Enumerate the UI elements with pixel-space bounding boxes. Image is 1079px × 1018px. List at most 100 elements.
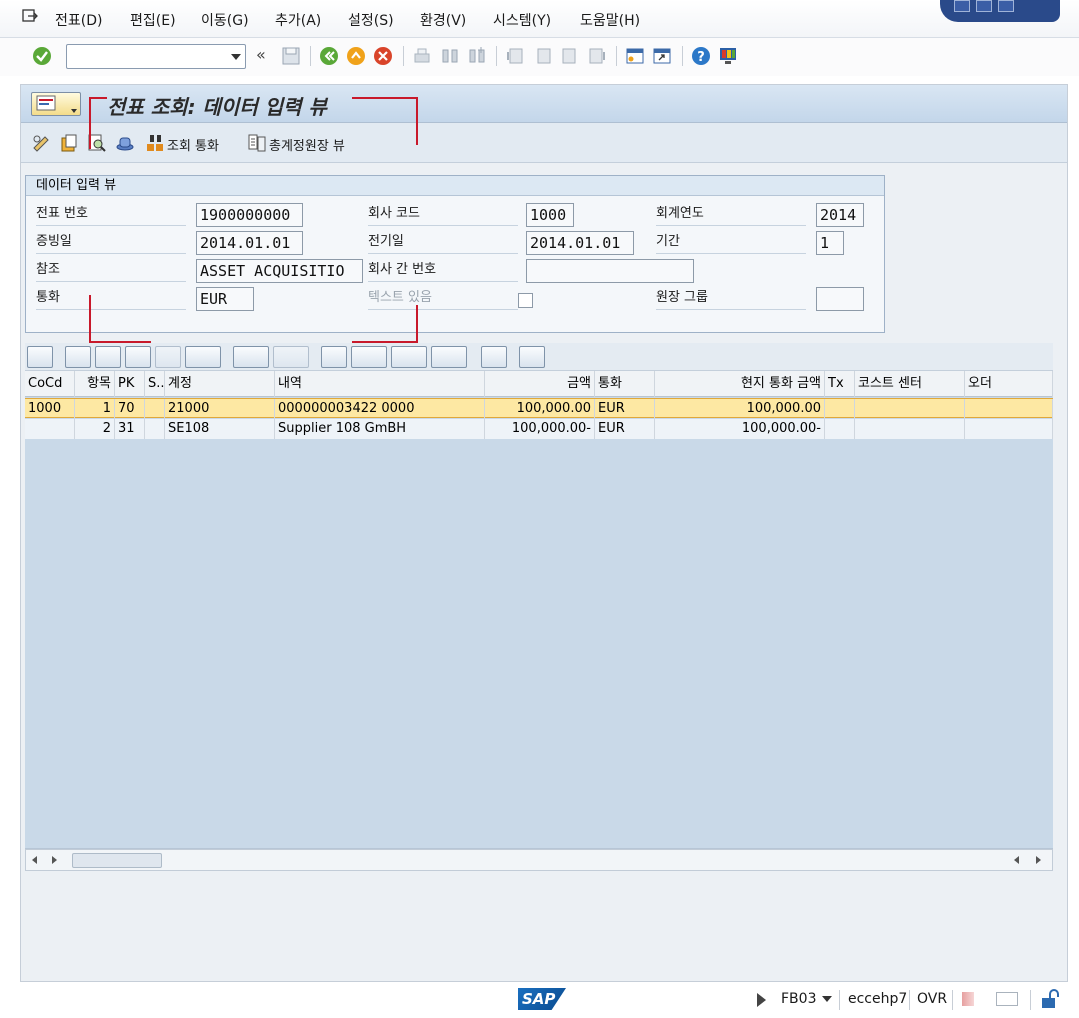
- table-row[interactable]: 1000 1 70 21000 000000003422 0000 100,00…: [25, 398, 1053, 419]
- shortcut-icon[interactable]: [652, 46, 672, 66]
- cell-s: [145, 419, 165, 439]
- menu-environment[interactable]: 환경(V): [420, 10, 466, 30]
- help-icon[interactable]: ?: [691, 46, 711, 66]
- general-ledger-icon[interactable]: [247, 133, 267, 153]
- insert-mode[interactable]: OVR: [917, 991, 947, 1007]
- close-icon[interactable]: [998, 0, 1014, 12]
- scroll-right-icon[interactable]: [52, 856, 57, 864]
- col-header-s[interactable]: S...: [145, 371, 165, 397]
- menu-goto[interactable]: 이동(G): [201, 10, 249, 30]
- graphic-icon[interactable]: [481, 346, 507, 368]
- security-lock-icon[interactable]: [1040, 989, 1060, 1009]
- cell-cocd: 1000: [25, 399, 75, 419]
- prev-page-icon[interactable]: [533, 46, 553, 66]
- back-icon[interactable]: [319, 46, 339, 66]
- period-field[interactable]: 1: [816, 231, 844, 255]
- toolbar-separator: [682, 46, 683, 66]
- enter-check-icon[interactable]: [32, 46, 52, 66]
- general-ledger-view-button[interactable]: 총계정원장 뷰: [269, 135, 345, 154]
- menu-help[interactable]: 도움말(H): [580, 10, 640, 30]
- next-page-icon[interactable]: [560, 46, 580, 66]
- col-header-tax[interactable]: Tx: [825, 371, 855, 397]
- sum-icon[interactable]: [233, 346, 269, 368]
- filter-icon[interactable]: [185, 346, 221, 368]
- scroll-left-icon[interactable]: [1014, 856, 1019, 864]
- maximize-icon[interactable]: [976, 0, 992, 12]
- collapse-chevron-icon[interactable]: «: [256, 45, 266, 64]
- cell-order: [965, 419, 1053, 439]
- company-code-field[interactable]: 1000: [526, 203, 574, 227]
- cancel-icon[interactable]: [373, 46, 393, 66]
- last-page-icon[interactable]: [587, 46, 607, 66]
- col-header-account[interactable]: 계정: [165, 371, 275, 397]
- horizontal-scrollbar[interactable]: [25, 849, 1053, 871]
- svg-text:?: ?: [697, 50, 705, 65]
- new-session-icon[interactable]: [625, 46, 645, 66]
- table-row[interactable]: 2 31 SE108 Supplier 108 GmBH 100,000.00-…: [25, 419, 1053, 439]
- cell-cost-center: [855, 399, 965, 419]
- sort-descending-icon[interactable]: [95, 346, 121, 368]
- currency-field[interactable]: EUR: [196, 287, 254, 311]
- find-next-icon[interactable]: [467, 46, 487, 66]
- exit-session-icon[interactable]: [22, 9, 38, 23]
- sort-ascending-icon[interactable]: [65, 346, 91, 368]
- screen-menu-button[interactable]: [31, 92, 81, 116]
- intercompany-field[interactable]: [526, 259, 694, 283]
- doc-date-field[interactable]: 2014.01.01: [196, 231, 303, 255]
- display-hat-icon[interactable]: [115, 133, 135, 153]
- ledger-group-field[interactable]: [816, 287, 864, 311]
- col-header-cost-center[interactable]: 코스트 센터: [855, 371, 965, 397]
- menu-edit[interactable]: 편집(E): [130, 10, 176, 30]
- col-header-description[interactable]: 내역: [275, 371, 485, 397]
- menu-extras[interactable]: 추가(A): [275, 10, 321, 30]
- doc-number-field[interactable]: 1900000000: [196, 203, 303, 227]
- cell-description: 000000003422 0000: [275, 399, 485, 419]
- main-frame: 전표 조회: 데이터 입력 뷰 조회 통화 총계정원장 뷰 데이터 입력 뷰 전…: [20, 84, 1068, 982]
- texts-exist-label: 텍스트 있음: [368, 286, 518, 310]
- posting-date-field[interactable]: 2014.01.01: [526, 231, 634, 255]
- print-preview-icon[interactable]: [321, 346, 347, 368]
- export-icon[interactable]: [391, 346, 427, 368]
- find-next-icon[interactable]: [155, 346, 181, 368]
- fiscal-year-field[interactable]: 2014: [816, 203, 864, 227]
- texts-exist-checkbox[interactable]: [518, 293, 533, 308]
- cell-currency: EUR: [595, 399, 655, 419]
- views-icon[interactable]: [351, 346, 387, 368]
- display-change-icon[interactable]: [31, 133, 51, 153]
- transaction-code[interactable]: FB03: [781, 991, 816, 1007]
- col-header-cocd[interactable]: CoCd: [25, 371, 75, 397]
- details-icon[interactable]: [27, 346, 53, 368]
- find-icon[interactable]: [125, 346, 151, 368]
- info-icon[interactable]: [519, 346, 545, 368]
- scroll-right-icon[interactable]: [1036, 856, 1041, 864]
- print-icon[interactable]: [412, 46, 432, 66]
- exit-icon[interactable]: [346, 46, 366, 66]
- find-icon[interactable]: [440, 46, 460, 66]
- menu-document[interactable]: 전표(D): [55, 10, 102, 30]
- menu-system[interactable]: 시스템(Y): [493, 10, 551, 30]
- expand-status-icon[interactable]: [757, 993, 766, 1007]
- display-currency-icon[interactable]: [145, 133, 165, 153]
- col-header-currency[interactable]: 통화: [595, 371, 655, 397]
- first-page-icon[interactable]: [505, 46, 525, 66]
- reference-field[interactable]: ASSET ACQUISITIO: [196, 259, 363, 283]
- chevron-down-icon[interactable]: [231, 54, 241, 60]
- scrollbar-thumb[interactable]: [72, 853, 162, 868]
- save-icon[interactable]: [281, 46, 301, 66]
- customize-layout-icon[interactable]: [718, 46, 738, 66]
- display-currency-button[interactable]: 조회 통화: [167, 135, 219, 154]
- col-header-item[interactable]: 항목: [75, 371, 115, 397]
- annotation-line: [89, 97, 91, 149]
- layout-icon[interactable]: [431, 346, 467, 368]
- command-field[interactable]: [66, 44, 246, 69]
- col-header-amount[interactable]: 금액: [485, 371, 595, 397]
- menu-settings[interactable]: 설정(S): [348, 10, 394, 30]
- scroll-left-icon[interactable]: [32, 856, 37, 864]
- col-header-pk[interactable]: PK: [115, 371, 145, 397]
- minimize-icon[interactable]: [954, 0, 970, 12]
- subtotal-icon[interactable]: [273, 346, 309, 368]
- col-header-order[interactable]: 오더: [965, 371, 1053, 397]
- paste-doc-icon[interactable]: [59, 133, 79, 153]
- col-header-local-amount[interactable]: 현지 통화 금액: [655, 371, 825, 397]
- chevron-down-icon[interactable]: [822, 996, 832, 1002]
